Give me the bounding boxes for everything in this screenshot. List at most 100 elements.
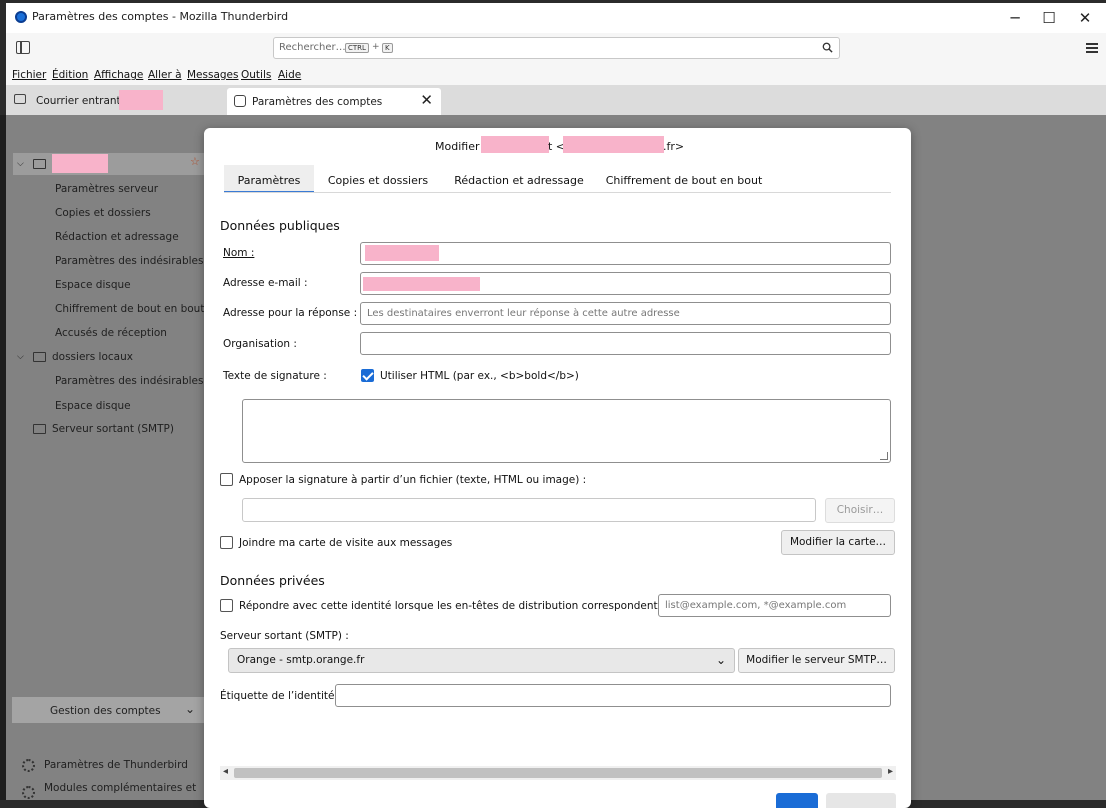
signature-file-field[interactable] (242, 498, 816, 522)
sidebar-item-copies[interactable]: Copies et dossiers (55, 207, 151, 219)
menubar: Fichier Édition Affichage Aller à Messag… (6, 65, 1106, 85)
redacted-email-value (363, 277, 480, 291)
dialog-title-suffix: .fr> (663, 140, 685, 153)
toolbar: Rechercher… CTRL + K (6, 33, 1106, 65)
search-input[interactable]: Rechercher… CTRL + K (273, 37, 840, 59)
chevron-down-icon: ⌄ (184, 702, 195, 716)
attach-signature-label: Apposer la signature à partir d’un fichi… (239, 474, 587, 486)
app-menu-icon[interactable] (1086, 43, 1098, 53)
dialog-title-prefix: Modifier (435, 140, 480, 153)
ok-button[interactable] (776, 793, 818, 808)
sidebar-item-local-folders[interactable]: dossiers locaux (52, 351, 133, 363)
addons-icon (22, 786, 35, 799)
identity-field[interactable] (335, 684, 891, 707)
smtp-label: Serveur sortant (SMTP) : (220, 630, 349, 642)
sidebar-item-local-junk[interactable]: Paramètres des indésirables (55, 375, 204, 387)
maximize-button[interactable]: ☐ (1032, 6, 1066, 30)
resize-grip-icon[interactable] (880, 452, 888, 460)
reply-to-placeholder: Les destinataires enverront leur réponse… (367, 308, 680, 319)
tab-account-settings-label: Paramètres des comptes (252, 96, 383, 108)
thunderbird-logo-icon (15, 11, 27, 23)
search-icon[interactable] (822, 42, 833, 53)
mail-icon (14, 94, 26, 104)
tab-e2ee[interactable]: Chiffrement de bout en bout (604, 165, 764, 193)
organization-label: Organisation : (223, 338, 297, 350)
account-actions-button[interactable]: Gestion des comptes ⌄ (12, 697, 205, 723)
reply-identity-placeholder: list@example.com, *@example.com (665, 600, 847, 611)
name-label: Nom : (223, 247, 255, 259)
sidebar-addons[interactable]: Modules complémentaires et (44, 782, 196, 794)
account-actions-label: Gestion des comptes (50, 705, 161, 717)
menu-edition[interactable]: Édition (52, 69, 88, 81)
email-field[interactable] (360, 272, 891, 295)
shortcut-plus: + (372, 42, 380, 52)
sidebar-item-smtp[interactable]: Serveur sortant (SMTP) (52, 423, 174, 435)
sidebar-item-junk[interactable]: Paramètres des indésirables (55, 255, 204, 267)
sidebar-item-composition[interactable]: Rédaction et adressage (55, 231, 179, 243)
redacted-identity-email (563, 136, 664, 153)
sidebar-thunderbird-settings[interactable]: Paramètres de Thunderbird (44, 759, 188, 771)
menu-aide[interactable]: Aide (278, 69, 301, 81)
tab-redaction[interactable]: Rédaction et adressage (449, 165, 589, 193)
sidebar-item-e2ee[interactable]: Chiffrement de bout en bout (55, 303, 204, 315)
horizontal-scrollbar[interactable]: ◂ ▸ (220, 766, 896, 780)
mail-icon (33, 159, 46, 169)
dialog-title: Modifier (435, 140, 479, 153)
edit-smtp-button[interactable]: Modifier le serveur SMTP… (738, 648, 895, 673)
menu-aller-a[interactable]: Aller à (148, 69, 182, 81)
attach-vcard-label: Joindre ma carte de visite aux messages (239, 537, 453, 549)
smtp-select[interactable]: Orange - smtp.orange.fr ⌄ (228, 648, 735, 673)
scroll-left-arrow[interactable]: ◂ (223, 766, 228, 777)
minimize-button[interactable]: ─ (998, 6, 1032, 30)
chevron-down-icon[interactable]: ⌵ (17, 352, 24, 362)
reply-identity-checkbox[interactable] (220, 599, 233, 612)
sidebar-toggle-icon[interactable] (16, 41, 30, 54)
identity-dialog: Modifier t < .fr> Paramètres Copies et d… (204, 128, 911, 808)
server-icon (33, 424, 46, 434)
tabbar: Courrier entrant - Paramètres des compte… (6, 85, 1106, 115)
smtp-select-value: Orange - smtp.orange.fr (237, 654, 365, 666)
tab-inbox[interactable]: Courrier entrant - (6, 87, 220, 113)
menu-messages[interactable]: Messages (187, 69, 239, 81)
chevron-down-icon[interactable]: ⌵ (17, 159, 24, 169)
sidebar-item-server-settings[interactable]: Paramètres serveur (55, 183, 158, 195)
cancel-button[interactable] (826, 793, 896, 808)
use-html-checkbox[interactable] (361, 369, 374, 382)
menu-affichage[interactable]: Affichage (94, 69, 143, 81)
sidebar-item-receipts[interactable]: Accusés de réception (55, 327, 167, 339)
menu-outils[interactable]: Outils (241, 69, 271, 81)
identity-label: Étiquette de l’identité : (220, 690, 342, 702)
window-titlebar: Paramètres des comptes - Mozilla Thunder… (6, 3, 1106, 33)
close-tab-button[interactable]: ✕ (420, 91, 433, 109)
private-data-heading: Données privées (220, 573, 325, 588)
tab-inbox-label: Courrier entrant - (36, 95, 128, 107)
redacted-name-value (365, 245, 439, 261)
tab-parametres[interactable]: Paramètres (224, 165, 314, 193)
tab-copies[interactable]: Copies et dossiers (324, 165, 432, 193)
sidebar-item-disk-space[interactable]: Espace disque (55, 279, 131, 291)
tab-divider (224, 192, 891, 193)
attach-vcard-checkbox[interactable] (220, 536, 233, 549)
menu-fichier[interactable]: Fichier (12, 69, 46, 81)
close-window-button[interactable]: ✕ (1068, 6, 1102, 30)
signature-label: Texte de signature : (223, 370, 327, 382)
chevron-down-icon: ⌄ (715, 653, 726, 667)
sidebar-item-local-disk-space[interactable]: Espace disque (55, 400, 131, 412)
scrollbar-thumb[interactable] (234, 768, 882, 778)
tab-account-settings[interactable]: Paramètres des comptes ✕ (227, 88, 441, 115)
signature-textarea[interactable] (242, 399, 891, 463)
choose-file-button[interactable]: Choisir… (825, 498, 895, 523)
use-html-label: Utiliser HTML (par ex., <b>bold</b>) (380, 370, 579, 382)
shortcut-ctrl: CTRL (345, 43, 369, 53)
reply-identity-field[interactable]: list@example.com, *@example.com (658, 594, 891, 617)
attach-signature-checkbox[interactable] (220, 473, 233, 486)
name-field[interactable] (360, 242, 891, 265)
reply-to-label: Adresse pour la réponse : (223, 307, 358, 319)
edit-card-button[interactable]: Modifier la carte… (781, 530, 895, 555)
gear-icon (234, 95, 246, 107)
scroll-right-arrow[interactable]: ▸ (888, 766, 893, 777)
reply-to-field[interactable]: Les destinataires enverront leur réponse… (360, 302, 891, 325)
organization-field[interactable] (360, 332, 891, 355)
email-label: Adresse e-mail : (223, 277, 308, 289)
folder-icon (33, 352, 46, 362)
